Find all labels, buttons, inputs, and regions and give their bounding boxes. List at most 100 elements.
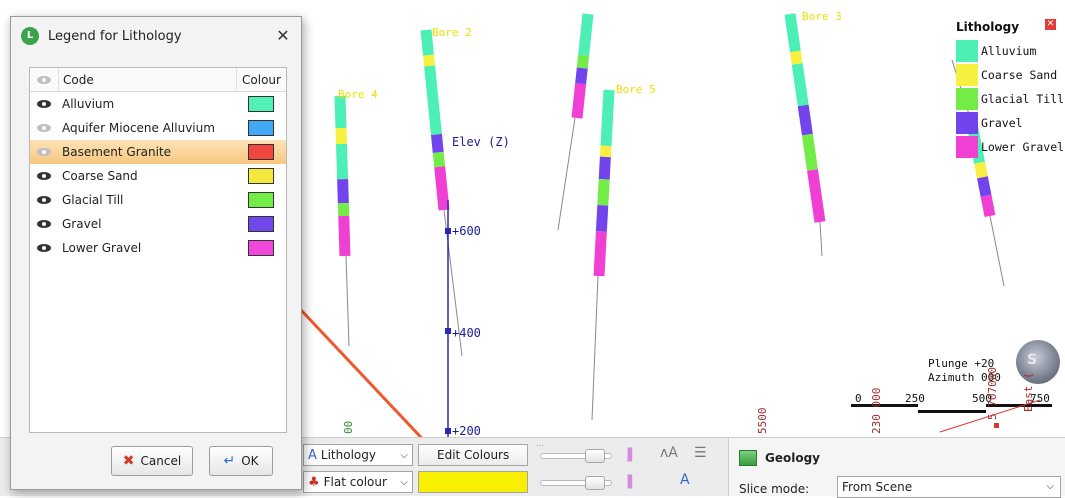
scene-legend-item: Alluvium: [956, 40, 1036, 62]
colour-field-select[interactable]: A Lithology ⌵: [303, 444, 413, 466]
table-row[interactable]: Glacial Till: [30, 188, 286, 212]
colour-swatch[interactable]: [248, 120, 274, 136]
cancel-button[interactable]: ✖ Cancel: [111, 446, 193, 476]
edit-colours-button[interactable]: Edit Colours: [418, 444, 528, 466]
colour-column-header[interactable]: Colour: [236, 68, 286, 92]
table-row[interactable]: Alluvium: [30, 92, 286, 116]
colour-cell[interactable]: [236, 192, 286, 208]
bore-segment: [606, 90, 609, 146]
scene-legend-item: Lower Gravel: [956, 136, 1064, 158]
properties-panel: Geology Slice mode: From Scene ⌵: [728, 437, 1065, 496]
axis-title: Elev (Z): [452, 135, 510, 149]
slice-mode-select[interactable]: From Scene ⌵: [837, 476, 1061, 498]
visibility-toggle[interactable]: [30, 220, 58, 228]
table-icon[interactable]: ☰: [694, 445, 707, 461]
ok-icon: ↵: [223, 453, 235, 469]
colour-cell[interactable]: [236, 144, 286, 160]
colour-swatch[interactable]: [248, 168, 274, 184]
coordinate-label: 5500: [756, 408, 769, 435]
table-row[interactable]: Aquifer Miocene Alluvium: [30, 116, 286, 140]
flat-colour-swatch[interactable]: [418, 471, 528, 493]
drillhole-trace: [592, 276, 598, 420]
colour-cell[interactable]: [236, 96, 286, 112]
drillhole-trace: [346, 256, 349, 346]
cancel-label: Cancel: [141, 454, 182, 468]
eye-icon: [37, 196, 51, 204]
lithology-icon: A: [308, 448, 317, 463]
row-code: Glacial Till: [58, 193, 236, 207]
visibility-toggle[interactable]: [30, 124, 58, 132]
bore-segment: [430, 66, 437, 134]
eye-icon: [37, 148, 51, 156]
axis-tick-label: +600: [452, 224, 481, 238]
table-row[interactable]: Lower Gravel: [30, 236, 286, 260]
scene-legend-item: Coarse Sand: [956, 64, 1057, 86]
colour-swatch[interactable]: [248, 216, 274, 232]
annotation-arrow: [284, 292, 432, 437]
paint-icon[interactable]: ❚: [624, 446, 636, 462]
geology-icon: [739, 450, 757, 466]
row-code: Aquifer Miocene Alluvium: [58, 121, 236, 135]
colour-swatch[interactable]: [248, 96, 274, 112]
visibility-toggle[interactable]: [30, 172, 58, 180]
splitter-grip[interactable]: ⋯: [536, 441, 544, 450]
visibility-toggle[interactable]: [30, 196, 58, 204]
bore-segment: [790, 14, 795, 51]
row-code: Coarse Sand: [58, 169, 236, 183]
bore-segment: [341, 128, 342, 144]
visibility-toggle[interactable]: [30, 244, 58, 252]
slider-thumb[interactable]: [585, 476, 605, 490]
colour-cell[interactable]: [236, 120, 286, 136]
eye-icon: [37, 76, 51, 84]
dialog-titlebar[interactable]: L Legend for Lithology ✕: [11, 17, 301, 55]
bore-segment: [603, 179, 604, 205]
bore-label: Bore 2: [432, 26, 472, 39]
opacity-slider[interactable]: [540, 453, 612, 459]
coordinate-label: 00: [342, 421, 355, 434]
legend-swatch: [956, 112, 978, 134]
dialog-title: Legend for Lithology: [48, 29, 182, 44]
bore-label: Bore 5: [616, 83, 656, 96]
style-icon[interactable]: ʌA: [660, 445, 678, 461]
colour-mode-select[interactable]: ♣ Flat colour ⌵: [303, 471, 413, 493]
legend-swatch: [956, 136, 978, 158]
coordinate-label: East (: [1022, 372, 1035, 412]
visibility-column-header[interactable]: [30, 76, 58, 84]
legend-dialog: L Legend for Lithology ✕ Code Colour All…: [10, 16, 302, 490]
bore-segment: [429, 55, 430, 66]
paint-icon[interactable]: ❚: [624, 473, 636, 489]
colour-swatch[interactable]: [248, 144, 274, 160]
legend-close-icon[interactable]: ✕: [1045, 19, 1056, 30]
axis-tick-label: +400: [452, 326, 481, 340]
coordinate-label: 5 707000: [986, 367, 999, 420]
table-row[interactable]: Basement Granite: [30, 140, 286, 164]
flat-colour-icon: ♣: [308, 475, 320, 490]
bore-segment: [344, 216, 345, 256]
bore-segment: [599, 231, 601, 276]
close-icon[interactable]: ✕: [273, 26, 293, 46]
bore-segment: [982, 177, 986, 195]
colour-swatch[interactable]: [248, 192, 274, 208]
legend-swatch: [956, 88, 978, 110]
opacity-slider[interactable]: [540, 480, 612, 486]
code-column-header[interactable]: Code: [58, 68, 236, 92]
bore-segment: [584, 14, 588, 56]
visibility-toggle[interactable]: [30, 100, 58, 108]
colour-cell[interactable]: [236, 216, 286, 232]
table-row[interactable]: Gravel: [30, 212, 286, 236]
text-style-icon[interactable]: A: [680, 472, 690, 488]
bore-segment: [803, 106, 807, 135]
bore-segment: [438, 152, 439, 166]
colour-cell[interactable]: [236, 168, 286, 184]
colour-cell[interactable]: [236, 240, 286, 256]
drillhole-trace: [820, 222, 822, 256]
visibility-toggle[interactable]: [30, 148, 58, 156]
ok-button[interactable]: ↵ OK: [209, 446, 273, 476]
bore-segment: [604, 157, 605, 179]
slider-thumb[interactable]: [585, 449, 605, 463]
table-row[interactable]: Coarse Sand: [30, 164, 286, 188]
scene-legend-title: Lithology: [956, 20, 1019, 34]
colour-swatch[interactable]: [248, 240, 274, 256]
scale-bar-segment: [918, 410, 986, 413]
eye-icon: [37, 124, 51, 132]
